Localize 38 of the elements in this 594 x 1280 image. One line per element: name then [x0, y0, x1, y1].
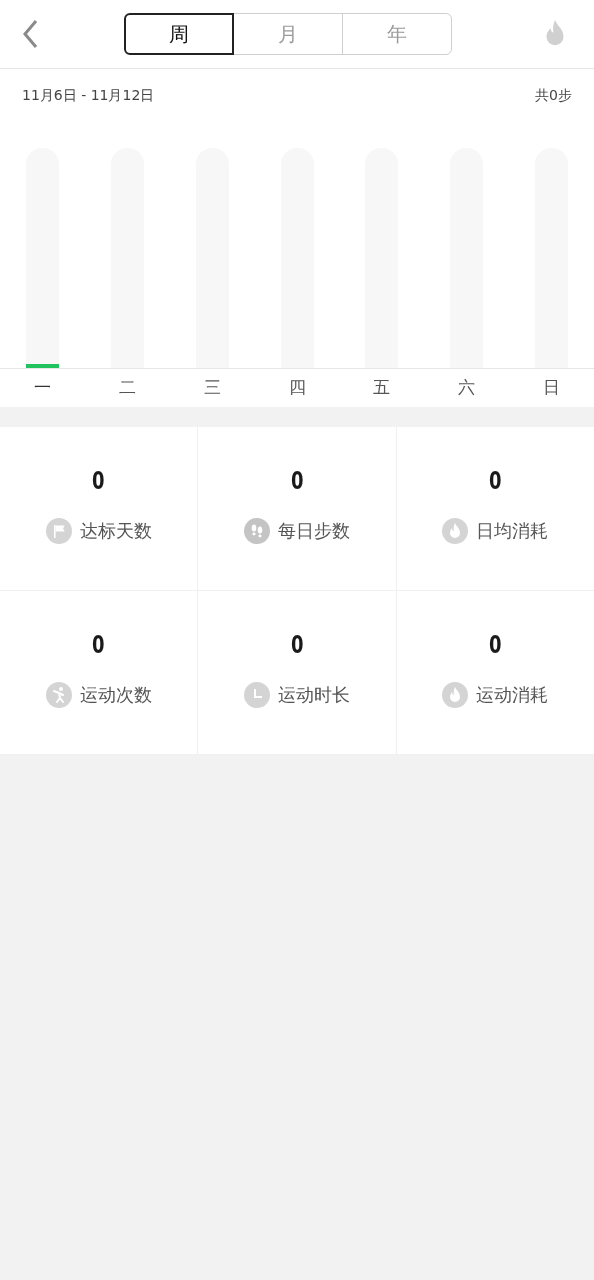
weekday-label: 三 [203, 376, 221, 400]
stat-value: 0 [290, 633, 304, 657]
period-tab[interactable]: 月 [233, 13, 343, 55]
flame-icon [442, 681, 469, 708]
runner-icon [45, 681, 72, 708]
flame-icon [442, 517, 469, 544]
back-icon[interactable] [22, 19, 38, 49]
weekday-label: 五 [373, 376, 391, 400]
stat-label: 达标天数 [79, 519, 152, 543]
day-bar[interactable] [535, 148, 569, 368]
weekday-label: 日 [543, 376, 561, 400]
stat-value: 0 [489, 469, 502, 493]
stat-value: 0 [489, 633, 502, 657]
day-bar[interactable] [365, 148, 399, 368]
day-bar[interactable] [280, 148, 314, 368]
weekday-label: 六 [458, 376, 476, 400]
weekday-label: 四 [288, 376, 306, 400]
date-range: 11月6日 - 11月12日 [22, 86, 155, 105]
period-tab[interactable]: 周 [124, 13, 234, 55]
stat-label: 运动次数 [79, 683, 152, 707]
stat-label: 日均消耗 [476, 519, 549, 543]
weekday-label: 二 [118, 376, 136, 400]
stat-label: 每日步数 [278, 519, 350, 543]
weekday-label: 一 [33, 376, 51, 400]
stat-label: 运动消耗 [476, 683, 549, 707]
stat-label: 运动时长 [278, 683, 350, 707]
day-bar[interactable] [450, 148, 484, 368]
flag-icon [45, 517, 72, 544]
stat-value: 0 [92, 469, 105, 493]
stat-value: 0 [290, 469, 304, 493]
day-bar[interactable] [195, 148, 229, 368]
clock-icon [244, 681, 270, 708]
total-steps: 共0步 [535, 85, 572, 106]
stat-value: 0 [92, 633, 105, 657]
footprints-icon [244, 517, 270, 544]
day-bar[interactable] [110, 148, 144, 368]
day-bar[interactable] [25, 148, 59, 368]
period-tab[interactable]: 年 [342, 13, 452, 55]
